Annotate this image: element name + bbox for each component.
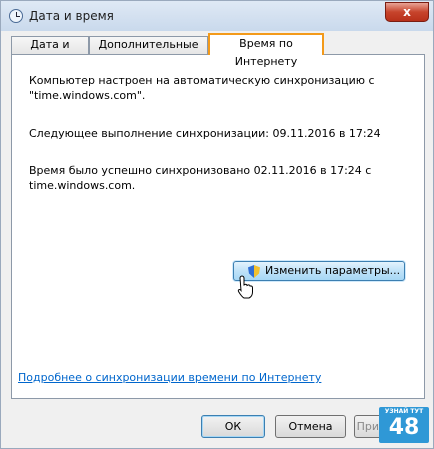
ok-button[interactable]: ОК bbox=[201, 415, 265, 438]
watermark-number: 48 bbox=[388, 415, 420, 440]
close-button[interactable]: x bbox=[385, 2, 429, 22]
tab-date-time[interactable]: Дата и время bbox=[11, 36, 89, 67]
date-time-dialog: Дата и время x Дата и время Дополнительн… bbox=[0, 0, 434, 449]
clock-icon bbox=[9, 9, 23, 23]
tab-additional-clocks[interactable]: Дополнительные часы bbox=[89, 36, 208, 67]
last-sync-line-1: Время было успешно синхронизовано 02.11.… bbox=[29, 164, 372, 177]
next-sync-text: Следующее выполнение синхронизации: 09.1… bbox=[29, 127, 381, 140]
watermark-top-text: УЗНАЙ ТУТ bbox=[384, 408, 424, 415]
sync-config-line-2: "time.windows.com". bbox=[29, 89, 146, 102]
tab-panel-internet-time: Компьютер настроен на автоматическую син… bbox=[11, 54, 425, 399]
last-sync-line-2: time.windows.com. bbox=[29, 179, 136, 192]
tab-internet-time[interactable]: Время по Интернету bbox=[208, 33, 324, 68]
site-watermark-logo: УЗНАЙ ТУТ 48 bbox=[379, 407, 429, 443]
sync-config-line-1: Компьютер настроен на автоматическую син… bbox=[29, 74, 375, 87]
tab-strip: Дата и время Дополнительные часы Время п… bbox=[11, 33, 425, 68]
change-settings-label: Изменить параметры... bbox=[265, 264, 401, 277]
internet-time-help-link[interactable]: Подробнее о синхронизации времени по Инт… bbox=[18, 371, 321, 384]
change-settings-button[interactable]: Изменить параметры... bbox=[233, 261, 405, 281]
hand-cursor-icon bbox=[237, 275, 253, 299]
window-title: Дата и время bbox=[29, 9, 114, 23]
cancel-button[interactable]: Отмена bbox=[275, 415, 346, 438]
title-bar[interactable]: Дата и время x bbox=[1, 1, 433, 31]
